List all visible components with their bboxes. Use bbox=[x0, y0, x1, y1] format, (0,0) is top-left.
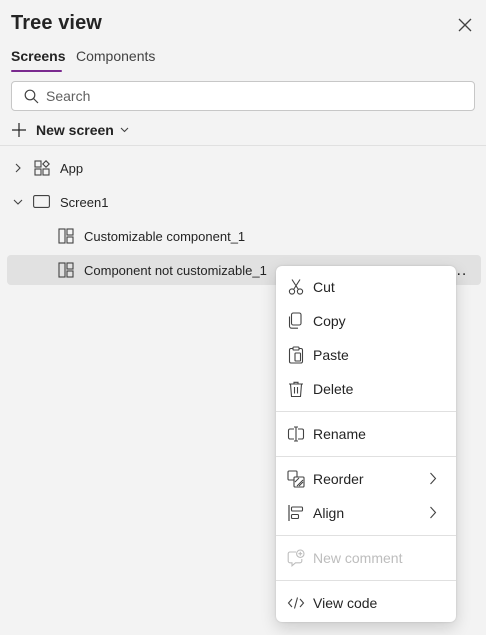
active-tab-indicator bbox=[11, 70, 62, 72]
chevron-right-icon bbox=[429, 506, 437, 519]
menu-item-label: Cut bbox=[313, 279, 335, 295]
menu-item-label: Delete bbox=[313, 381, 354, 397]
close-icon bbox=[458, 18, 472, 32]
scissors-icon bbox=[287, 278, 305, 296]
search-input[interactable] bbox=[46, 82, 466, 110]
chevron-right-icon bbox=[429, 472, 437, 485]
menu-item-label: Align bbox=[313, 505, 345, 521]
menu-item-new-comment[interactable]: New comment bbox=[276, 541, 456, 575]
menu-divider bbox=[276, 580, 456, 581]
tree-item-label: App bbox=[60, 161, 84, 176]
menu-item-label: Paste bbox=[313, 347, 349, 363]
tab-screens[interactable]: Screens bbox=[11, 48, 65, 64]
paste-icon bbox=[287, 346, 305, 364]
new-screen-button[interactable]: New screen bbox=[11, 119, 129, 141]
reorder-icon bbox=[287, 470, 305, 488]
search-box[interactable] bbox=[11, 81, 475, 111]
menu-item-align[interactable]: Align bbox=[276, 496, 456, 530]
menu-item-rename[interactable]: Rename bbox=[276, 417, 456, 451]
code-icon bbox=[287, 594, 305, 612]
new-screen-label: New screen bbox=[36, 122, 114, 138]
tree-item-label: Customizable component_1 bbox=[84, 229, 246, 244]
menu-item-label: New comment bbox=[313, 550, 403, 566]
menu-item-label: Reorder bbox=[313, 471, 364, 487]
rename-icon bbox=[287, 425, 305, 443]
component-icon bbox=[58, 262, 74, 278]
close-button[interactable] bbox=[453, 13, 477, 37]
menu-item-copy[interactable]: Copy bbox=[276, 304, 456, 338]
chevron-down-icon[interactable] bbox=[13, 199, 23, 205]
app-icon bbox=[34, 160, 50, 176]
chevron-right-icon[interactable] bbox=[15, 163, 21, 173]
menu-item-delete[interactable]: Delete bbox=[276, 372, 456, 406]
tab-components[interactable]: Components bbox=[76, 48, 155, 64]
divider bbox=[0, 145, 486, 146]
comment-add-icon bbox=[287, 549, 305, 567]
context-menu: Cut Copy Paste Delete Rename Reorder Ali… bbox=[276, 266, 456, 622]
chevron-down-icon bbox=[120, 127, 129, 133]
tree-item-label: Component not customizable_1 bbox=[84, 263, 267, 278]
align-icon bbox=[287, 504, 305, 522]
search-icon bbox=[24, 89, 39, 104]
menu-divider bbox=[276, 535, 456, 536]
tree-item-label: Screen1 bbox=[60, 195, 109, 210]
menu-item-label: Rename bbox=[313, 426, 366, 442]
menu-divider bbox=[276, 456, 456, 457]
panel-title: Tree view bbox=[11, 12, 102, 34]
menu-item-reorder[interactable]: Reorder bbox=[276, 462, 456, 496]
copy-icon bbox=[287, 312, 305, 330]
menu-item-paste[interactable]: Paste bbox=[276, 338, 456, 372]
menu-item-label: Copy bbox=[313, 313, 346, 329]
screen-icon bbox=[33, 195, 50, 208]
component-icon bbox=[58, 228, 74, 244]
menu-divider bbox=[276, 411, 456, 412]
menu-item-label: View code bbox=[313, 595, 378, 611]
trash-icon bbox=[287, 380, 305, 398]
menu-item-view-code[interactable]: View code bbox=[276, 586, 456, 620]
plus-icon bbox=[11, 122, 27, 138]
menu-item-cut[interactable]: Cut bbox=[276, 270, 456, 304]
